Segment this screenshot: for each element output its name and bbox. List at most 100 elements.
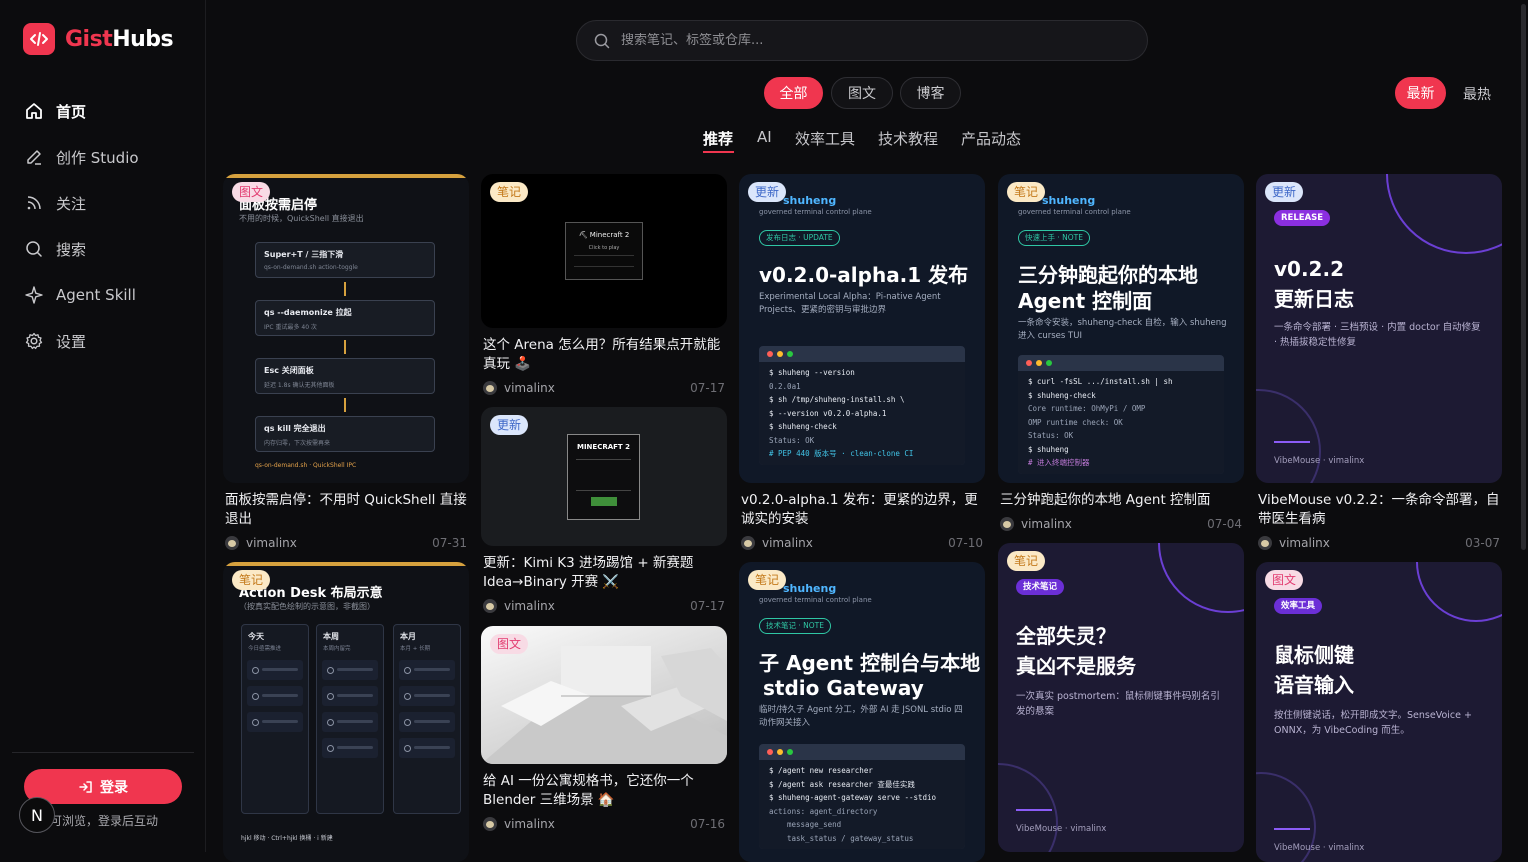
- card-thumbnail[interactable]: 更新 RELEASE v0.2.2 更新日志 一条命令部署 · 三档预设 · 内…: [1256, 174, 1502, 483]
- card-thumbnail[interactable]: 笔记 shuheng governed terminal control pla…: [998, 174, 1244, 483]
- feed-card[interactable]: 图文 面板按需启停 不用的时候，QuickShell 直接退出 Super+T …: [223, 174, 469, 551]
- author-name[interactable]: vimalinx: [762, 536, 813, 550]
- sidebar-item-agent-skill[interactable]: Agent Skill: [0, 272, 206, 318]
- card-title[interactable]: 这个 Arena 怎么用？所有结果点开就能真玩 🕹️: [481, 336, 727, 374]
- thumb-headline: 全部失灵？: [1016, 624, 1116, 648]
- feed-card[interactable]: 笔记 ⛏ Minecraft 2 Click to play 这个 Arena …: [481, 174, 727, 396]
- logo-text: GistHubs: [65, 26, 174, 52]
- brand-name: shuheng: [1042, 194, 1096, 207]
- post-date: 07-10: [948, 536, 983, 550]
- feed-card[interactable]: 笔记 Action Desk 布局示意 （按真实配色绘制的示意图，非截图） 今天…: [223, 562, 469, 862]
- post-date: 07-16: [690, 817, 725, 831]
- card-thumbnail[interactable]: 笔记 shuheng governed terminal control pla…: [739, 562, 985, 862]
- sort-latest[interactable]: 最新: [1395, 77, 1446, 109]
- avatar[interactable]: N: [19, 797, 55, 833]
- feed-card[interactable]: 笔记 shuheng governed terminal control pla…: [998, 174, 1244, 532]
- terminal-preview: $ shuheng --version 0.2.0a1 $ sh /tmp/sh…: [759, 346, 965, 465]
- tab-tutorials[interactable]: 技术教程: [878, 128, 938, 149]
- card-title[interactable]: VibeMouse v0.2.2：一条命令部署，自带医生看病: [1256, 491, 1502, 529]
- gear-icon: [25, 332, 43, 350]
- post-date: 07-31: [432, 536, 467, 550]
- card-thumbnail[interactable]: 更新 shuheng governed terminal control pla…: [739, 174, 985, 483]
- card-title[interactable]: v0.2.0-alpha.1 发布：更紧的边界，更诚实的安装: [739, 491, 985, 529]
- thumb-description: Experimental Local Alpha：Pi-native Agent…: [759, 292, 941, 315]
- author-avatar[interactable]: [483, 817, 497, 831]
- author-avatar[interactable]: [483, 381, 497, 395]
- author-name[interactable]: vimalinx: [1021, 517, 1072, 531]
- author-avatar[interactable]: [741, 536, 755, 550]
- filter-all[interactable]: 全部: [764, 77, 823, 109]
- logo[interactable]: GistHubs: [23, 23, 174, 55]
- card-title[interactable]: 更新：Kimi K3 进场踢馆 + 新赛题 Idea→Binary 开赛 ⚔️: [481, 554, 727, 592]
- sort-hot[interactable]: 最热: [1463, 84, 1491, 104]
- card-thumbnail[interactable]: 笔记 Action Desk 布局示意 （按真实配色绘制的示意图，非截图） 今天…: [223, 562, 469, 862]
- tab-recommend[interactable]: 推荐: [703, 128, 733, 149]
- author-name[interactable]: vimalinx: [504, 599, 555, 613]
- feed-card[interactable]: 更新 MINECRAFT 2 更新：Kimi K3 进场踢馆 + 新赛题 Ide…: [481, 407, 727, 614]
- terminal-preview: $ /agent new researcher $ /agent ask res…: [759, 744, 965, 849]
- type-badge: 更新: [748, 182, 787, 202]
- feed-card[interactable]: 更新 shuheng governed terminal control pla…: [739, 174, 985, 551]
- sidebar-item-search[interactable]: 搜索: [0, 226, 206, 272]
- thumb-description: 一条命令安装，shuheng-check 自检，输入 shuheng 进入 cu…: [1018, 318, 1227, 341]
- feed-card[interactable]: 图文 效率工具 鼠标侧键 语音输入 按住侧键说话，松开即成文字。SenseVoi…: [1256, 562, 1502, 862]
- search-input[interactable]: [621, 33, 1121, 48]
- pen-icon: [27, 150, 41, 165]
- author-avatar[interactable]: [1000, 517, 1014, 531]
- kanban-column: 本月 本月 + 长期: [393, 624, 461, 814]
- card-thumbnail[interactable]: 图文: [481, 626, 727, 764]
- login-icon: [79, 780, 92, 793]
- thumb-footer: hjkl 移动 · Ctrl+hjkl 换桶 · i 新建: [241, 835, 333, 842]
- card-thumbnail[interactable]: 更新 MINECRAFT 2: [481, 407, 727, 546]
- brand-name: shuheng: [783, 194, 837, 207]
- post-date: 03-07: [1465, 536, 1500, 550]
- sidebar-item-studio[interactable]: 创作 Studio: [0, 134, 206, 180]
- type-badge: 笔记: [1007, 182, 1046, 202]
- filter-blog[interactable]: 博客: [900, 77, 961, 109]
- feed-card[interactable]: 笔记 shuheng governed terminal control pla…: [739, 562, 985, 862]
- card-title[interactable]: 面板按需启停：不用时 QuickShell 直接退出: [223, 491, 469, 529]
- tab-productivity[interactable]: 效率工具: [795, 128, 855, 149]
- author-avatar[interactable]: [483, 599, 497, 613]
- author-name[interactable]: vimalinx: [246, 536, 297, 550]
- sidebar-item-home[interactable]: 首页: [0, 88, 206, 134]
- card-thumbnail[interactable]: 笔记 ⛏ Minecraft 2 Click to play: [481, 174, 727, 328]
- card-thumbnail[interactable]: 图文 面板按需启停 不用的时候，QuickShell 直接退出 Super+T …: [223, 174, 469, 483]
- decor-ring: [1158, 543, 1244, 613]
- search-bar[interactable]: [576, 20, 1148, 61]
- feed-card[interactable]: 笔记 技术笔记 全部失灵？ 真凶不是服务 一次真实 postmortem：鼠标侧…: [998, 543, 1244, 852]
- card-title[interactable]: 三分钟跑起你的本地 Agent 控制面: [998, 491, 1244, 510]
- tab-product-news[interactable]: 产品动态: [961, 128, 1021, 149]
- decor-ring: [998, 763, 1058, 852]
- login-button[interactable]: 登录: [24, 769, 182, 804]
- card-thumbnail[interactable]: 笔记 技术笔记 全部失灵？ 真凶不是服务 一次真实 postmortem：鼠标侧…: [998, 543, 1244, 852]
- feed-card[interactable]: 更新 RELEASE v0.2.2 更新日志 一条命令部署 · 三档预设 · 内…: [1256, 174, 1502, 551]
- card-meta: vimalinx 07-04: [998, 516, 1244, 532]
- author-name[interactable]: vimalinx: [1279, 536, 1330, 550]
- author-name[interactable]: vimalinx: [504, 817, 555, 831]
- type-badge: 图文: [1265, 570, 1304, 590]
- thumb-headline: v0.2.0-alpha.1 发布: [759, 263, 969, 287]
- sidebar-item-settings[interactable]: 设置: [0, 318, 206, 364]
- card-meta: vimalinx 03-07: [1256, 535, 1502, 551]
- thumb-headline: 鼠标侧键: [1274, 643, 1354, 667]
- post-date: 07-04: [1207, 517, 1242, 531]
- thumb-description: 一条命令部署 · 三档预设 · 内置 doctor 自动修复 · 热插拔稳定性修…: [1274, 322, 1481, 348]
- filter-image-text[interactable]: 图文: [831, 77, 893, 109]
- thumb-headline: 真凶不是服务: [1016, 654, 1136, 678]
- author-name[interactable]: vimalinx: [504, 381, 555, 395]
- login-label: 登录: [100, 779, 128, 796]
- tab-ai[interactable]: AI: [757, 128, 772, 146]
- author-avatar[interactable]: [1258, 536, 1272, 550]
- thumb-tag: RELEASE: [1274, 210, 1331, 226]
- scrollbar-thumb[interactable]: [1521, 4, 1526, 550]
- feed-card[interactable]: 图文 给 AI 一份公寓规格书，它还你一个 Blender 三维场景 🏠 vim…: [481, 626, 727, 832]
- accent-bar: [223, 174, 469, 178]
- card-thumbnail[interactable]: 图文 效率工具 鼠标侧键 语音输入 按住侧键说话，松开即成文字。SenseVoi…: [1256, 562, 1502, 862]
- card-title[interactable]: 给 AI 一份公寓规格书，它还你一个 Blender 三维场景 🏠: [481, 772, 727, 810]
- sidebar-item-follow[interactable]: 关注: [0, 180, 206, 226]
- game-preview: ⛏ Minecraft 2 Click to play: [565, 222, 643, 280]
- thumb-headline: 语音输入: [1274, 673, 1354, 697]
- thumb-tag: 效率工具: [1274, 598, 1323, 614]
- author-avatar[interactable]: [225, 536, 239, 550]
